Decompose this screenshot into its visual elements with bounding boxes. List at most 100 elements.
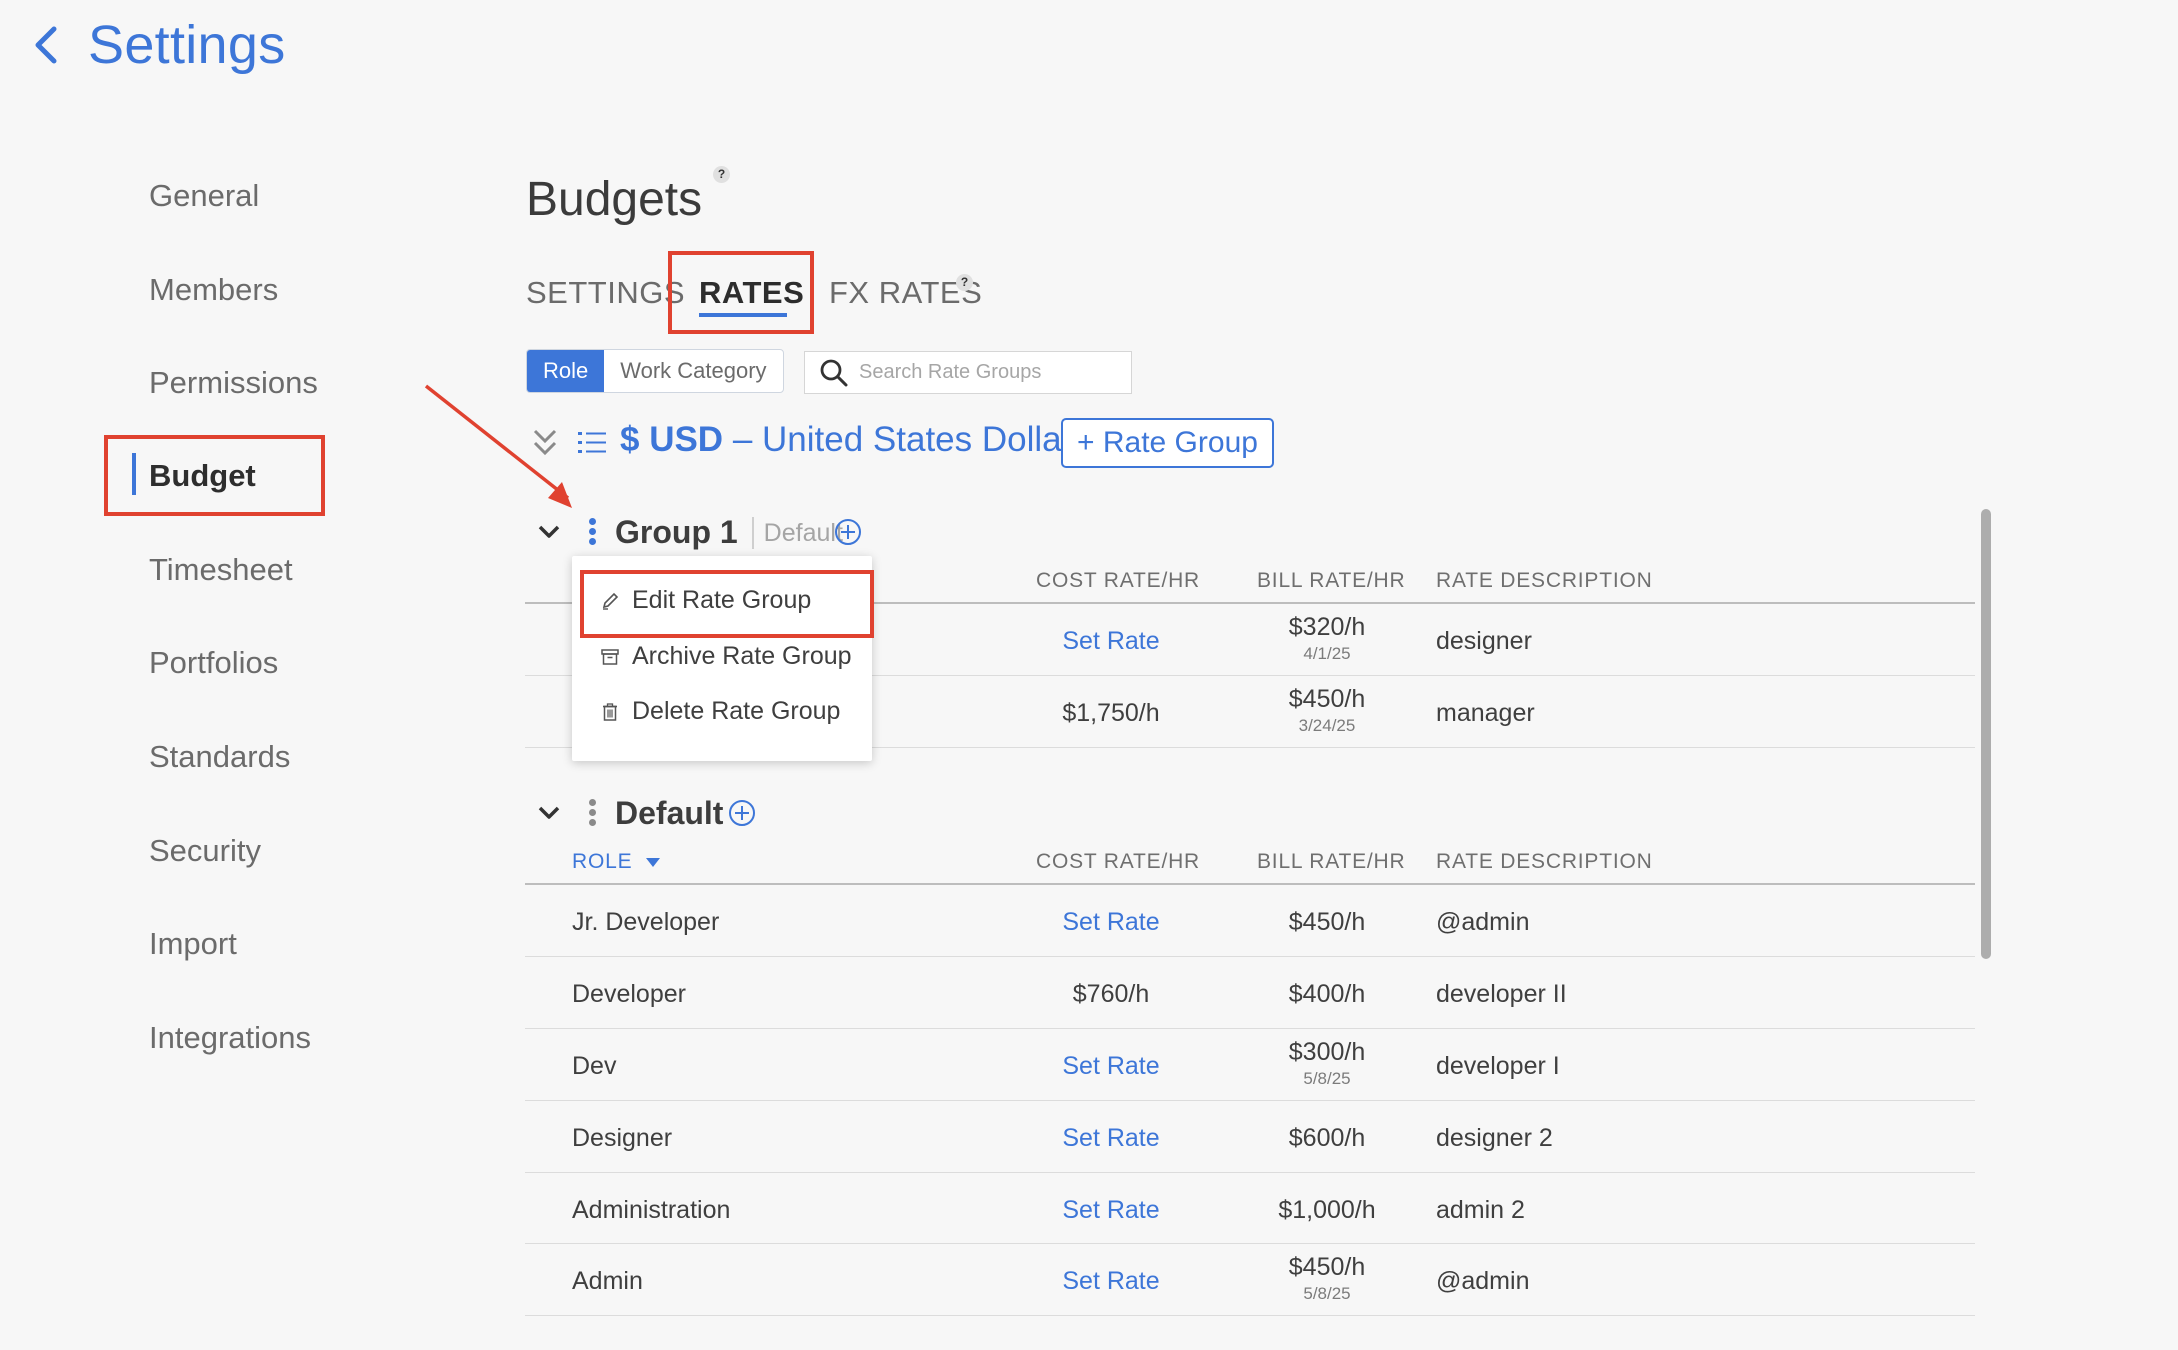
- default-group-name: Default: [615, 795, 724, 831]
- default-group-header: Default: [615, 795, 723, 832]
- group1-collapse-chevron-icon[interactable]: [537, 522, 561, 542]
- cost-rate-cell[interactable]: Set Rate: [1062, 1124, 1159, 1153]
- cost-rate-cell[interactable]: Set Rate: [1062, 627, 1159, 656]
- bill-rate-date: 5/8/25: [1303, 1069, 1351, 1088]
- role-cell: Administration: [572, 1196, 731, 1224]
- rate-description-cell: developer I: [1436, 1052, 1560, 1080]
- default-col-cost[interactable]: COST RATE/HR: [1036, 850, 1200, 874]
- role-cell: Dev: [572, 1052, 617, 1080]
- sidebar-item-budget[interactable]: Budget: [149, 456, 256, 496]
- cost-rate-cell[interactable]: Set Rate: [1062, 1052, 1159, 1081]
- bill-rate-cell: $1,000/h: [1278, 1196, 1375, 1225]
- sidebar-item-general[interactable]: General: [149, 176, 259, 216]
- bill-rate-date: 4/1/25: [1303, 644, 1351, 663]
- chevron-left-icon: [35, 26, 57, 64]
- divider: [525, 1243, 1975, 1244]
- bill-rate-amount: $450/h: [1288, 908, 1366, 936]
- rate-description-cell: @admin: [1436, 908, 1530, 936]
- collapse-all-icon[interactable]: [530, 425, 560, 461]
- delete-rate-group-menu-item[interactable]: Delete Rate Group: [600, 697, 840, 726]
- rate-description-cell: developer II: [1436, 980, 1567, 1008]
- vertical-scrollbar[interactable]: [1981, 509, 1991, 959]
- sidebar-item-members[interactable]: Members: [149, 270, 278, 310]
- bill-rate-cell: $450/h 5/8/25: [1289, 1253, 1365, 1304]
- group1-add-icon[interactable]: [834, 518, 862, 546]
- sidebar-item-timesheet[interactable]: Timesheet: [149, 550, 293, 590]
- default-col-bill[interactable]: BILL RATE/HR: [1257, 850, 1405, 874]
- divider: [525, 1100, 1975, 1101]
- sidebar-item-import[interactable]: Import: [149, 924, 237, 964]
- page-header-title: Settings: [88, 15, 286, 75]
- search-icon: [820, 359, 848, 386]
- list-view-icon[interactable]: [577, 430, 607, 456]
- tab-rates[interactable]: RATES: [699, 275, 804, 311]
- budgets-help-icon[interactable]: ?: [713, 166, 730, 183]
- default-kebab-menu-icon[interactable]: [589, 796, 597, 829]
- pencil-icon: [602, 592, 619, 610]
- bill-rate-amount: $320/h: [1288, 613, 1366, 641]
- currency-separator: –: [732, 420, 753, 459]
- bill-rate-amount: $300/h: [1288, 1038, 1366, 1066]
- tab-settings[interactable]: SETTINGS: [526, 275, 685, 311]
- group1-kebab-menu-icon[interactable]: [589, 515, 597, 548]
- default-add-icon[interactable]: [728, 799, 756, 827]
- currency-code: $ USD: [620, 420, 724, 459]
- sidebar-item-standards[interactable]: Standards: [149, 737, 290, 777]
- edit-rate-group-menu-item[interactable]: Edit Rate Group: [600, 586, 811, 615]
- group1-col-bill[interactable]: BILL RATE/HR: [1257, 569, 1405, 593]
- sidebar-item-permissions[interactable]: Permissions: [149, 363, 318, 403]
- archive-rate-group-label: Archive Rate Group: [632, 642, 852, 670]
- sidebar-item-security[interactable]: Security: [149, 831, 261, 871]
- role-cell: Admin: [572, 1267, 643, 1295]
- sidebar-item-integrations[interactable]: Integrations: [149, 1018, 311, 1058]
- divider: [525, 956, 1975, 957]
- cost-rate-cell[interactable]: Set Rate: [1062, 1196, 1159, 1225]
- sidebar-item-portfolios[interactable]: Portfolios: [149, 643, 278, 683]
- bill-rate-cell: $320/h 4/1/25: [1289, 613, 1365, 664]
- group1-header: Group 1 Default: [615, 514, 843, 551]
- rate-description-cell: designer 2: [1436, 1124, 1553, 1152]
- edit-rate-group-label: Edit Rate Group: [632, 586, 812, 614]
- page-title: Budgets: [526, 173, 703, 226]
- annotation-arrow-icon: [424, 384, 572, 508]
- role-cell: Developer: [572, 980, 686, 1008]
- add-rate-group-button[interactable]: + Rate Group: [1061, 418, 1274, 468]
- bill-rate-cell: $300/h 5/8/25: [1289, 1038, 1365, 1089]
- bill-rate-cell: $450/h: [1289, 908, 1365, 937]
- default-col-desc[interactable]: RATE DESCRIPTION: [1436, 850, 1653, 874]
- role-col-label: ROLE: [572, 850, 633, 873]
- cost-rate-cell[interactable]: Set Rate: [1062, 908, 1159, 937]
- delete-rate-group-label: Delete Rate Group: [632, 697, 841, 725]
- search-input[interactable]: [859, 361, 1119, 384]
- bill-rate-amount: $450/h: [1288, 1253, 1366, 1281]
- rate-description-cell: admin 2: [1436, 1196, 1525, 1224]
- rate-description-cell: @admin: [1436, 1267, 1530, 1295]
- trash-icon: [603, 702, 617, 721]
- group1-name: Group 1: [615, 514, 738, 550]
- group1-col-cost[interactable]: COST RATE/HR: [1036, 569, 1200, 593]
- role-cell: Jr. Developer: [572, 908, 720, 936]
- default-collapse-chevron-icon[interactable]: [537, 803, 561, 823]
- group1-col-desc[interactable]: RATE DESCRIPTION: [1436, 569, 1653, 593]
- bill-rate-cell: $450/h 3/24/25: [1289, 685, 1365, 736]
- group1-default-tag[interactable]: Default: [751, 516, 843, 549]
- currency-label: $ USD – United States Dollar: [620, 420, 1073, 460]
- toggle-work-category[interactable]: Work Category: [604, 350, 782, 392]
- cost-rate-cell[interactable]: $760/h: [1073, 980, 1149, 1009]
- rate-description-cell: designer: [1436, 627, 1532, 655]
- default-col-role[interactable]: ROLE: [572, 850, 661, 874]
- back-to-settings[interactable]: Settings: [28, 14, 286, 76]
- sidebar-active-indicator: [132, 453, 136, 495]
- archive-icon: [601, 648, 619, 665]
- rate-description-cell: manager: [1436, 699, 1535, 727]
- cost-rate-cell[interactable]: Set Rate: [1062, 1267, 1159, 1296]
- bill-rate-amount: $450/h: [1288, 685, 1366, 713]
- bill-rate-amount: $600/h: [1288, 1124, 1366, 1152]
- role-cell: Designer: [572, 1124, 673, 1152]
- toggle-role[interactable]: Role: [527, 350, 605, 392]
- bill-rate-cell: $600/h: [1289, 1124, 1365, 1153]
- bill-rate-date: 3/24/25: [1298, 716, 1356, 735]
- fx-rates-help-icon[interactable]: ?: [956, 274, 973, 291]
- cost-rate-cell[interactable]: $1,750/h: [1062, 699, 1159, 728]
- archive-rate-group-menu-item[interactable]: Archive Rate Group: [600, 642, 852, 671]
